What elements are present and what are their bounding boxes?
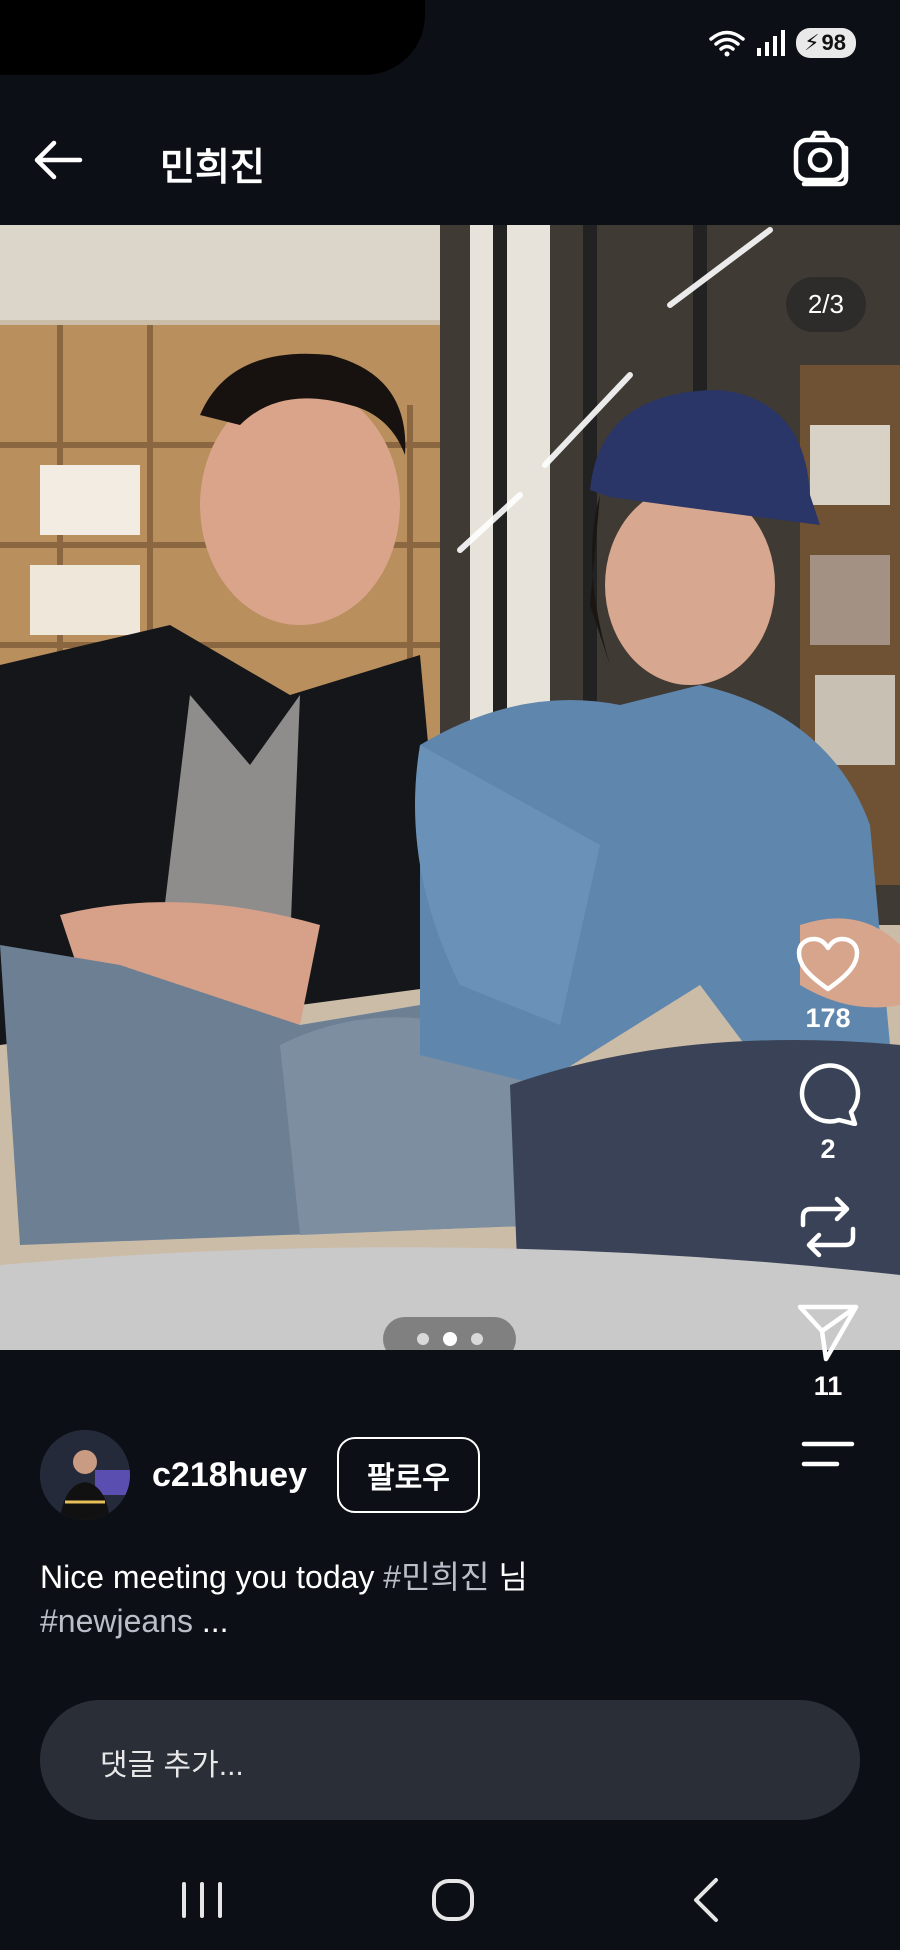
comment-icon[interactable] <box>795 1062 861 1126</box>
author-row: c218huey 팔로우 <box>40 1430 480 1520</box>
system-nav-bar <box>0 1840 900 1950</box>
hashtag[interactable]: #newjeans <box>40 1603 193 1639</box>
send-icon[interactable] <box>796 1301 860 1363</box>
avatar[interactable] <box>40 1430 130 1520</box>
heart-icon[interactable] <box>795 935 861 995</box>
follow-button[interactable]: 팔로우 <box>337 1437 480 1513</box>
like-action[interactable]: 178 <box>778 935 878 1034</box>
like-count: 178 <box>805 1003 851 1033</box>
image-counter: 2/3 <box>785 277 866 332</box>
photo-illustration <box>0 225 900 1350</box>
comment-count: 2 <box>820 1134 836 1164</box>
caption[interactable]: Nice meeting you today #민희진 님 #newjeans … <box>40 1555 660 1643</box>
carousel-dot <box>470 1333 483 1345</box>
share-action[interactable]: 11 <box>778 1301 878 1402</box>
post-photo[interactable]: 2/3 <box>0 225 900 1350</box>
caption-more[interactable]: ... <box>193 1603 229 1639</box>
battery-level: 98 <box>821 30 846 55</box>
status-bar: ⚡ 98 <box>0 0 900 100</box>
battery-bolt: ⚡ <box>804 30 820 55</box>
carousel-dot-active <box>442 1332 457 1346</box>
comment-input[interactable]: 댓글 추가... <box>40 1700 860 1820</box>
caption-text: Nice meeting you today <box>40 1559 384 1595</box>
share-count: 11 <box>813 1371 843 1401</box>
status-bar-redaction <box>0 0 425 75</box>
action-column: 178 2 11 <box>778 935 878 1500</box>
repost-action[interactable] <box>778 1193 878 1261</box>
page-title: 민희진 <box>160 147 265 189</box>
caption-text: 님 <box>489 1559 528 1595</box>
wifi-icon <box>709 30 745 57</box>
battery-icon: ⚡ 98 <box>796 28 856 58</box>
carousel-indicator <box>383 1317 516 1350</box>
username[interactable]: c218huey <box>152 1456 307 1495</box>
status-icons: ⚡ 98 <box>708 28 856 58</box>
avatar-image <box>40 1430 130 1520</box>
nav-home-icon[interactable] <box>423 1870 483 1930</box>
hashtag[interactable]: #민희진 <box>383 1559 489 1595</box>
comment-placeholder: 댓글 추가... <box>100 1749 244 1782</box>
camera-icon[interactable] <box>790 128 852 190</box>
more-action[interactable] <box>778 1436 878 1472</box>
nav-back-icon[interactable] <box>676 1870 736 1930</box>
nav-recents-icon[interactable] <box>172 1870 232 1930</box>
comment-action[interactable]: 2 <box>778 1062 878 1165</box>
carousel-dot <box>416 1333 429 1345</box>
signal-icon <box>757 30 786 56</box>
back-arrow-icon[interactable] <box>28 130 88 190</box>
menu-icon[interactable] <box>801 1436 855 1472</box>
top-bar: 민희진 <box>0 100 900 225</box>
repost-icon[interactable] <box>797 1193 859 1261</box>
